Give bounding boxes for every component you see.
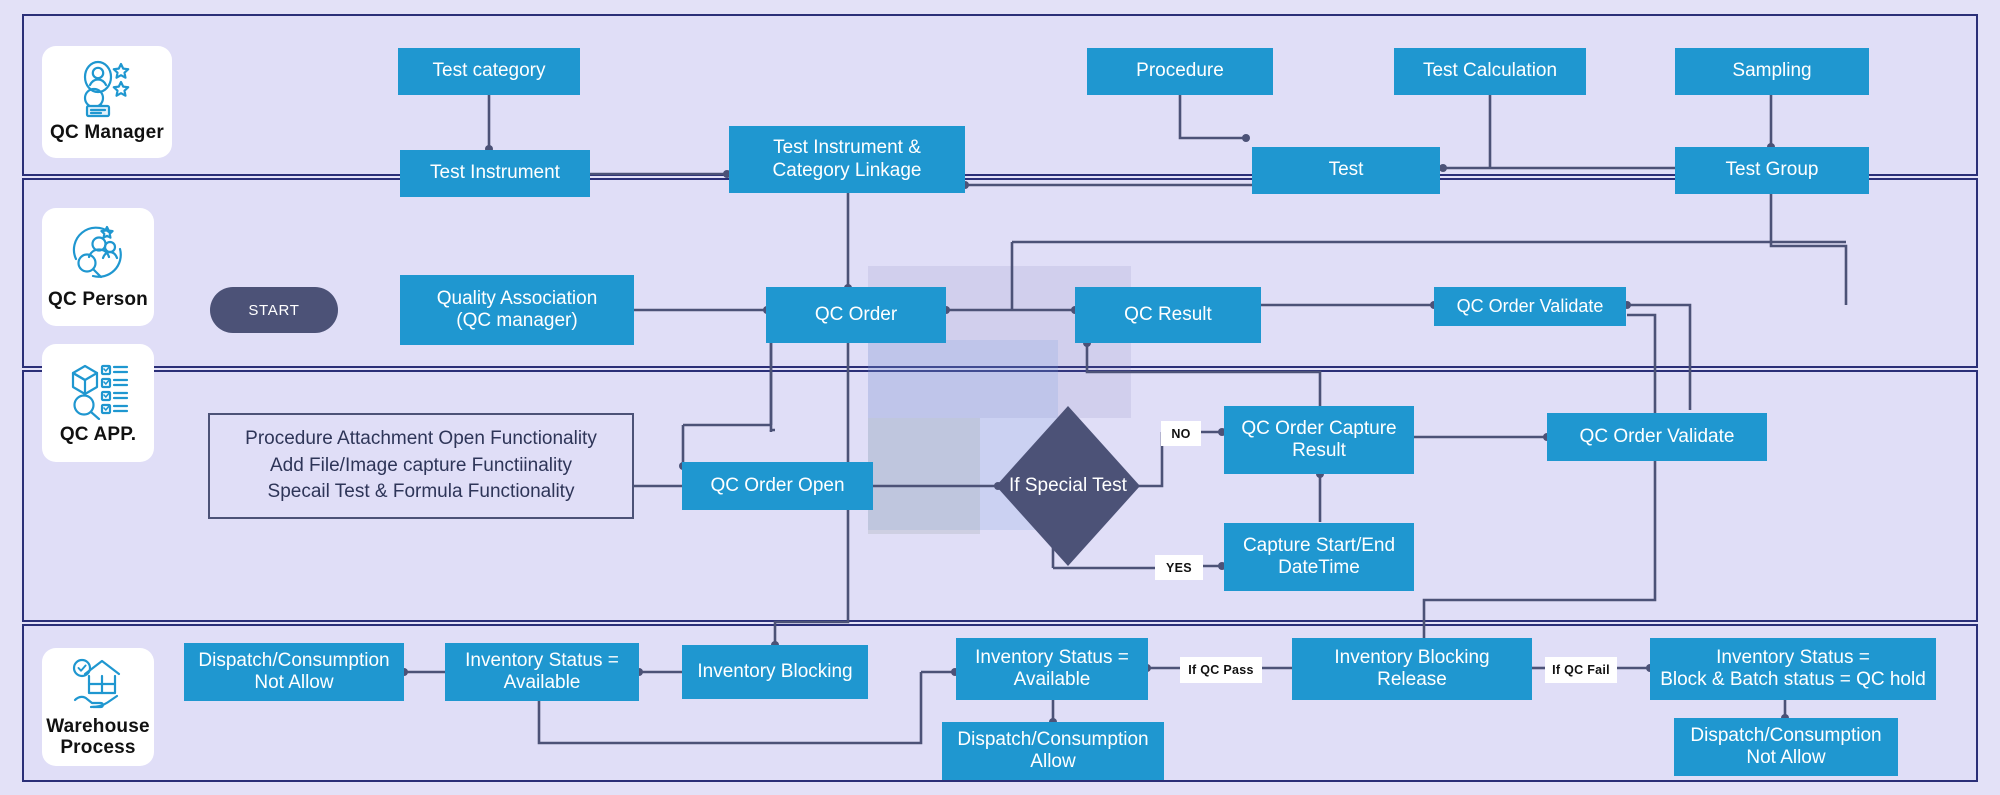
node-quality-association[interactable]: Quality Association (QC manager) (400, 275, 634, 345)
node-label: Test Calculation (1422, 60, 1558, 82)
node-label-line2: Release (1377, 669, 1447, 690)
node-test-instrument[interactable]: Test Instrument (400, 150, 590, 197)
qc-app-function-line-1: Procedure Attachment Open Functionality (245, 427, 597, 449)
qc-app-function-line-2: Add File/Image capture Functiinality (269, 454, 573, 476)
node-label-line1: Inventory Status = (1716, 646, 1870, 668)
node-label-line1: Test Instrument & (773, 137, 921, 159)
node-test-group[interactable]: Test Group (1675, 147, 1869, 194)
node-label: QC Order Validate (1579, 425, 1735, 447)
node-label-line1: Quality Association (436, 287, 598, 309)
role-label-qc-manager: QC Manager (50, 122, 164, 144)
qc-app-checklist-icon (67, 360, 129, 421)
node-dispatch-consumption-not-allow-right[interactable]: Dispatch/Consumption Not Allow (1674, 718, 1898, 776)
node-start[interactable]: START (210, 287, 338, 333)
node-label-line1: Inventory Status = (975, 646, 1129, 668)
edge-label-if-qc-pass: If QC Pass (1180, 657, 1262, 683)
textbox-qc-app-functionality: Procedure Attachment Open Functionality … (208, 413, 634, 519)
node-label-line1: Inventory Status = (465, 649, 619, 671)
qc-person-group-icon (67, 223, 129, 285)
node-label: Procedure (1136, 60, 1224, 82)
node-label-line2: Block & Batch status = QC hold (1660, 669, 1926, 690)
node-label-line1: Dispatch/Consumption (198, 649, 390, 671)
node-label-line2: Result (1292, 440, 1346, 461)
node-label-line1: Dispatch/Consumption (957, 728, 1149, 750)
node-label: QC Result (1124, 303, 1212, 325)
node-label-line2: Available (1013, 669, 1091, 690)
node-label-line2: Not Allow (254, 672, 334, 693)
edge-label-no: NO (1161, 421, 1201, 446)
node-label-line2: DateTime (1278, 557, 1360, 578)
node-label-line1: Capture Start/End (1242, 534, 1396, 556)
node-label: Test Instrument (430, 162, 560, 184)
node-label: Test Group (1725, 159, 1819, 181)
decision-label: If Special Test (1009, 475, 1127, 496)
role-label-warehouse: Warehouse Process (46, 715, 150, 758)
node-label: Sampling (1732, 60, 1812, 82)
role-label-qc-app: QC APP. (59, 424, 137, 446)
node-label-line2: Available (503, 672, 581, 693)
node-qc-order-open[interactable]: QC Order Open (682, 462, 873, 510)
node-procedure[interactable]: Procedure (1087, 48, 1273, 95)
node-label-line2: Category Linkage (772, 159, 922, 181)
node-label-line1: Inventory Blocking (1334, 646, 1490, 668)
node-test-instrument-category-linkage[interactable]: Test Instrument & Category Linkage (729, 126, 965, 193)
node-inventory-blocking-release[interactable]: Inventory Blocking Release (1292, 638, 1532, 700)
role-label-qc-person: QC Person (48, 289, 148, 311)
node-inventory-status-available-mid[interactable]: Inventory Status = Available (956, 638, 1148, 700)
node-dispatch-consumption-allow[interactable]: Dispatch/Consumption Allow (942, 722, 1164, 780)
decision-if-special-test[interactable]: If Special Test (996, 406, 1140, 566)
role-card-qc-person: QC Person (42, 208, 154, 326)
node-inventory-status-block-qc-hold[interactable]: Inventory Status = Block & Batch status … (1650, 638, 1936, 700)
node-label: Inventory Blocking (697, 660, 853, 682)
node-label: QC Order Open (710, 474, 845, 496)
node-label: QC Order (814, 303, 898, 325)
node-label: Test (1328, 159, 1364, 181)
watermark-rect-c (868, 418, 980, 534)
edge-label-yes: YES (1155, 555, 1203, 580)
warehouse-hand-icon (69, 656, 127, 712)
node-qc-order-validate-row2[interactable]: QC Order Validate (1434, 287, 1626, 326)
node-qc-order[interactable]: QC Order (766, 287, 946, 343)
node-qc-order-validate-row3[interactable]: QC Order Validate (1547, 413, 1767, 461)
flowchart-canvas: QC Manager QC Person QC APP. Warehouse P… (0, 0, 2000, 795)
node-label: QC Order Validate (1456, 295, 1604, 316)
role-card-qc-manager: QC Manager (42, 46, 172, 158)
node-capture-start-end-datetime[interactable]: Capture Start/End DateTime (1224, 523, 1414, 591)
node-label-line2: (QC manager) (456, 310, 578, 331)
node-qc-order-capture-result[interactable]: QC Order Capture Result (1224, 406, 1414, 474)
node-label-line1: QC Order Capture (1241, 417, 1397, 439)
node-test-category[interactable]: Test category (398, 48, 580, 95)
node-test[interactable]: Test (1252, 147, 1440, 194)
qc-manager-badge-icon (76, 60, 138, 118)
node-label-line2: Not Allow (1746, 747, 1826, 768)
node-sampling[interactable]: Sampling (1675, 48, 1869, 95)
node-qc-result[interactable]: QC Result (1075, 287, 1261, 343)
node-label: Test category (432, 60, 546, 82)
node-label: START (248, 301, 300, 319)
node-dispatch-consumption-not-allow-left[interactable]: Dispatch/Consumption Not Allow (184, 643, 404, 701)
qc-app-function-line-3: Specail Test & Formula Functionality (267, 481, 575, 503)
role-card-warehouse: Warehouse Process (42, 648, 154, 766)
node-label-line1: Dispatch/Consumption (1690, 724, 1882, 746)
node-inventory-blocking[interactable]: Inventory Blocking (682, 645, 868, 699)
node-label-line2: Allow (1030, 751, 1076, 772)
edge-label-if-qc-fail: If QC Fail (1545, 657, 1617, 683)
node-test-calculation[interactable]: Test Calculation (1394, 48, 1586, 95)
node-inventory-status-available-left[interactable]: Inventory Status = Available (445, 643, 639, 701)
role-card-qc-app: QC APP. (42, 344, 154, 462)
